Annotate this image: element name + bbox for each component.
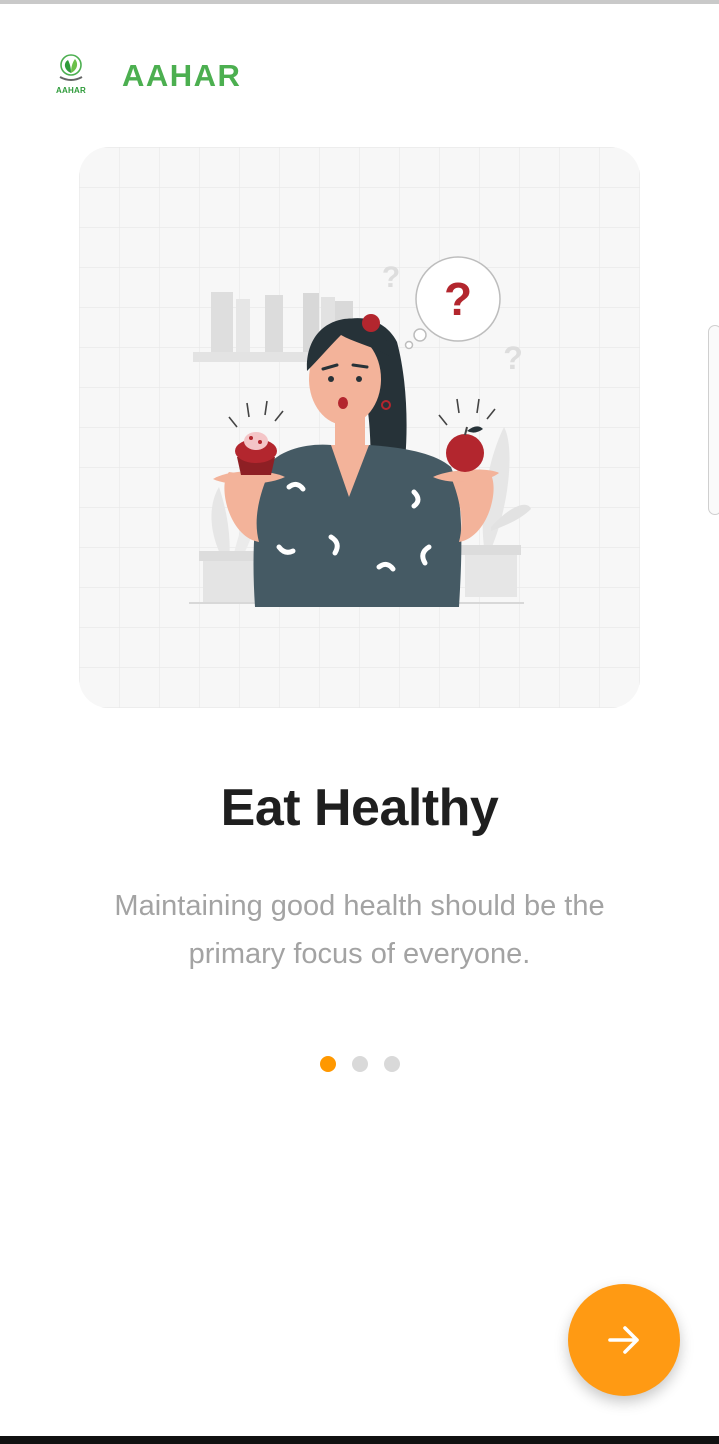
edge-panel-handle[interactable] [708,325,719,515]
arrow-right-icon [608,1326,639,1354]
page-dot-2[interactable] [351,1056,368,1072]
page-dot-1[interactable] [319,1056,336,1072]
page-dot-3[interactable] [383,1056,400,1072]
onboarding-title: Eat Healthy [220,779,499,837]
page-indicator [0,1056,719,1072]
brand-name: AAHAR [122,58,242,93]
onboarding-illustration: ? ? ? [79,147,640,708]
logo-caption: AAHAR [56,86,86,95]
navigation-bar-edge [0,1436,719,1444]
svg-text:?: ? [444,273,472,325]
next-button[interactable] [568,1284,680,1396]
leaf-logo-icon [59,54,83,81]
svg-text:?: ? [503,340,523,376]
aahar-logo: AAHAR [50,53,92,99]
woman-choosing-food-icon: ? ? ? [79,147,640,708]
svg-text:?: ? [382,261,400,294]
onboarding-description: Maintaining good health should be the pr… [114,890,605,970]
app-header: AAHAR AAHAR [50,52,241,100]
status-bar-line [0,0,719,4]
